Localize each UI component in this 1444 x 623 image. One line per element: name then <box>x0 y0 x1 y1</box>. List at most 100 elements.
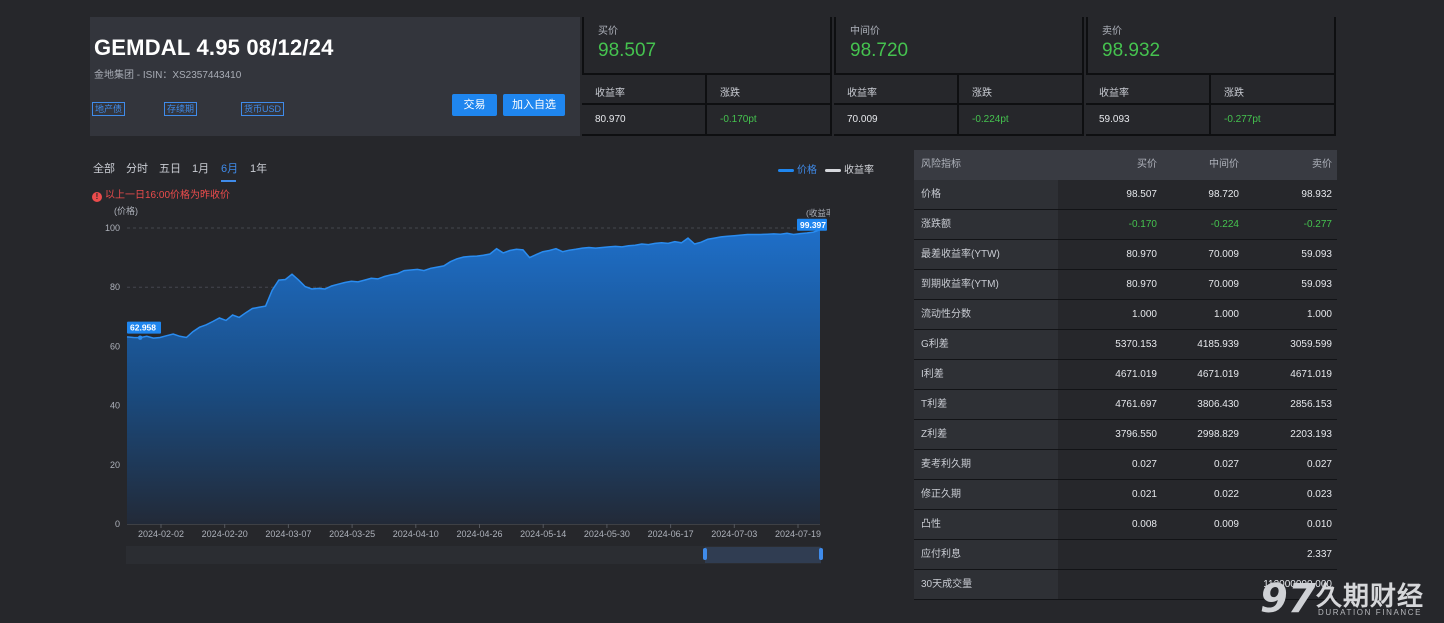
bond-header-card: GEMDAL 4.95 08/12/24 金地集团 - ISIN：XS23574… <box>90 17 580 136</box>
bond-subtitle: 金地集团 - ISIN：XS2357443410 <box>94 70 242 81</box>
slider-handle-left[interactable] <box>703 548 707 560</box>
ask-value: 3059.599 <box>1290 339 1332 350</box>
mid-value: -0.224 <box>1210 219 1239 230</box>
svg-text:97: 97 <box>1260 576 1316 618</box>
bid-value: 80.970 <box>1126 249 1157 260</box>
yield-value: 59.093 <box>1099 114 1130 125</box>
table-row: I利差 4671.019 4671.019 4671.019 <box>914 360 1337 390</box>
bid-value: 4761.697 <box>1115 399 1157 410</box>
range-slider[interactable] <box>126 546 823 564</box>
change-label: 涨跌 <box>972 88 992 99</box>
ask-value: 4671.019 <box>1290 369 1332 380</box>
metric-name: 麦考利久期 <box>914 450 1058 480</box>
bid-value: 0.008 <box>1131 519 1157 530</box>
tag-sector[interactable]: 地产债 <box>92 102 126 116</box>
slider-handle-right[interactable] <box>819 548 823 560</box>
x-tick-label: 2024-02-02 <box>138 529 184 539</box>
yield-label: 收益率 <box>595 88 625 99</box>
y-tick-label: 60 <box>110 341 120 351</box>
mid-value: 0.009 <box>1213 519 1239 530</box>
ask-value: 0.027 <box>1306 459 1332 470</box>
y-axis: 0 20 40 60 80 100 <box>105 223 120 529</box>
change-label: 涨跌 <box>1224 88 1244 99</box>
bid-value: 4671.019 <box>1115 369 1157 380</box>
table-row: G利差 5370.153 4185.939 3059.599 <box>914 330 1337 360</box>
mid-value: 3806.430 <box>1197 399 1239 410</box>
yield-label: 收益率 <box>1099 88 1129 99</box>
quote-label: 中间价 <box>850 26 880 37</box>
metric-name: T利差 <box>914 390 1058 420</box>
mid-value: 70.009 <box>1208 249 1239 260</box>
metric-name: 流动性分数 <box>914 300 1058 330</box>
table-header: 风险指标 买价 中间价 卖价 <box>914 150 1337 180</box>
quote-price: 98.932 <box>1102 40 1161 61</box>
risk-metrics-table: 风险指标 买价 中间价 卖价 价格 98.507 98.720 98.932 涨跌额 -0… <box>914 150 1337 600</box>
price-chart[interactable]: 020406080100 (价格) 2024-02-02 2024-02-20 20… <box>90 150 830 570</box>
change-label: 涨跌 <box>720 88 740 99</box>
price-area <box>127 229 820 525</box>
trade-button[interactable]: 交易 <box>452 94 497 116</box>
x-tick-label: 2024-03-25 <box>329 529 375 539</box>
table-row: 麦考利久期 0.027 0.027 0.027 <box>914 450 1337 480</box>
x-tick-label: 2024-02-20 <box>202 529 248 539</box>
tag-currency[interactable]: 货币USD <box>241 102 285 116</box>
metric-name: G利差 <box>914 330 1058 360</box>
bid-value: 3796.550 <box>1115 429 1157 440</box>
metric-name: 凸性 <box>914 510 1058 540</box>
x-tick-label: 2024-06-17 <box>648 529 694 539</box>
x-tick-label: 2024-07-19 <box>775 529 821 539</box>
table-row: 修正久期 0.021 0.022 0.023 <box>914 480 1337 510</box>
y-tick-label: 0 <box>115 519 120 529</box>
x-tick-label: 2024-07-03 <box>711 529 757 539</box>
table-row: 应付利息 2.337 <box>914 540 1337 570</box>
mid-value: 70.009 <box>1208 279 1239 290</box>
ask-value: 2.337 <box>1306 549 1332 560</box>
metric-name: Z利差 <box>914 420 1058 450</box>
mid-value: 4185.939 <box>1197 339 1239 350</box>
table-row: 流动性分数 1.000 1.000 1.000 <box>914 300 1337 330</box>
metric-name: 应付利息 <box>914 540 1058 570</box>
table-row: 涨跌额 -0.170 -0.224 -0.277 <box>914 210 1337 240</box>
metric-name: I利差 <box>914 360 1058 390</box>
watermark-logo-icon: 97 <box>1260 576 1316 618</box>
metric-name: 涨跌额 <box>914 210 1058 240</box>
yield-label: 收益率 <box>847 88 877 99</box>
mid-value: 0.027 <box>1213 459 1239 470</box>
svg-text:99.397: 99.397 <box>800 220 826 230</box>
bid-value: -0.170 <box>1128 219 1157 230</box>
quote-bid: 买价 98.507 收益率 涨跌 80.970 -0.170pt <box>582 17 832 136</box>
mid-value: 1.000 <box>1213 309 1239 320</box>
ask-value: 2203.193 <box>1290 429 1332 440</box>
change-value: -0.170pt <box>720 114 757 125</box>
bid-value: 98.507 <box>1126 189 1157 200</box>
mid-value <box>1157 570 1239 600</box>
quote-label: 买价 <box>598 26 618 37</box>
ask-value: 59.093 <box>1301 249 1332 260</box>
metric-name: 到期收益率(YTM) <box>914 270 1058 300</box>
legend-yield[interactable]: 收益率 <box>825 161 874 176</box>
bid-value: 1.000 <box>1131 309 1157 320</box>
bid-value: 80.970 <box>1126 279 1157 290</box>
quote-mid: 中间价 98.720 收益率 涨跌 70.009 -0.224pt <box>834 17 1084 136</box>
bid-value: 5370.153 <box>1115 339 1157 350</box>
ask-value: 98.932 <box>1301 189 1332 200</box>
x-tick-label: 2024-05-30 <box>584 529 630 539</box>
tag-status[interactable]: 存续期 <box>164 102 198 116</box>
x-tick-label: 2024-03-07 <box>265 529 311 539</box>
table-row: 凸性 0.008 0.009 0.010 <box>914 510 1337 540</box>
quote-ask: 卖价 98.932 收益率 涨跌 59.093 -0.277pt <box>1086 17 1336 136</box>
y-tick-label: 100 <box>105 223 120 233</box>
x-tick-label: 2024-05-14 <box>520 529 566 539</box>
x-tick-label: 2024-04-26 <box>456 529 502 539</box>
table-row: 价格 98.507 98.720 98.932 <box>914 180 1337 210</box>
svg-text:(收益率): (收益率) <box>806 208 830 218</box>
ask-value: 1.000 <box>1306 309 1332 320</box>
bid-value <box>1058 570 1157 600</box>
table-row: 到期收益率(YTM) 80.970 70.009 59.093 <box>914 270 1337 300</box>
change-value: -0.224pt <box>972 114 1009 125</box>
ask-value: -0.277 <box>1303 219 1332 230</box>
add-watchlist-button[interactable]: 加入自选 <box>503 94 565 116</box>
quote-label: 卖价 <box>1102 26 1122 37</box>
bid-value: 0.027 <box>1131 459 1157 470</box>
quote-price: 98.507 <box>598 40 657 61</box>
